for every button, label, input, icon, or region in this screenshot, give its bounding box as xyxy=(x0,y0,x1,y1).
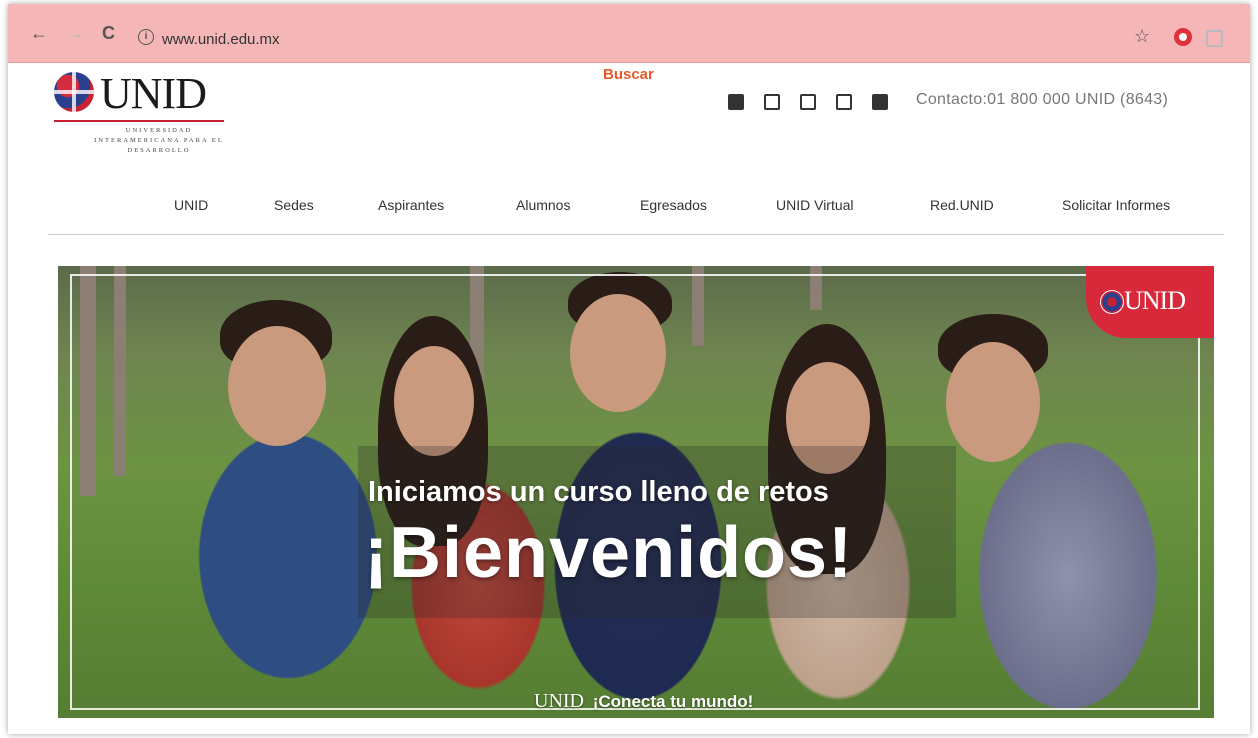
youtube-icon[interactable] xyxy=(800,94,816,110)
hero-heading: ¡Bienvenidos! xyxy=(364,513,854,593)
instagram-icon[interactable] xyxy=(836,94,852,110)
facebook-icon[interactable] xyxy=(728,94,744,110)
hero-banner[interactable]: UNID Iniciamos un curso lleno de retos ¡… xyxy=(58,266,1214,718)
extension-gray-icon[interactable] xyxy=(1206,30,1223,47)
menu-item-egresados[interactable]: Egresados xyxy=(640,197,707,213)
info-icon[interactable]: i xyxy=(138,29,154,45)
menu-item-red-unid[interactable]: Red.UNID xyxy=(930,197,994,213)
search-link[interactable]: Buscar xyxy=(603,66,654,83)
badge-text: UNID xyxy=(1124,286,1186,315)
logo-divider xyxy=(54,120,224,122)
browser-toolbar: ← → C i www.unid.edu.mx ☆ xyxy=(8,4,1250,63)
menu-item-unid-virtual[interactable]: UNID Virtual xyxy=(776,197,854,213)
logo-subtitle: UNIVERSIDAD INTERAMERICANA PARA EL DESAR… xyxy=(94,127,224,154)
unid-badge: UNID xyxy=(1086,266,1214,338)
browser-window: ← → C i www.unid.edu.mx ☆ UNID UNIVERSID… xyxy=(8,4,1250,734)
back-icon[interactable]: ← xyxy=(30,24,48,42)
slogan-text: ¡Conecta tu mundo! xyxy=(592,692,754,711)
menu-divider xyxy=(48,234,1224,235)
linkedin-icon[interactable] xyxy=(872,94,888,110)
extension-icon[interactable] xyxy=(1174,28,1192,46)
slogan-brand: UNID xyxy=(534,690,584,712)
menu-item-sedes[interactable]: Sedes xyxy=(274,197,314,213)
contact-info: Contacto:01 800 000 UNID (8643) xyxy=(916,91,1169,108)
globe-logo-icon xyxy=(1100,290,1124,314)
reload-icon[interactable]: C xyxy=(102,24,115,42)
hero-tagline: Iniciamos un curso lleno de retos xyxy=(368,476,829,508)
address-bar[interactable]: www.unid.edu.mx xyxy=(162,31,280,48)
menu-item-unid[interactable]: UNID xyxy=(174,197,208,213)
hero-slogan: UNID ¡Conecta tu mundo! xyxy=(534,690,753,713)
logo-text: UNID xyxy=(100,69,207,118)
twitter-icon[interactable] xyxy=(764,94,780,110)
menu-item-solicitar-informes[interactable]: Solicitar Informes xyxy=(1062,197,1170,213)
menu-item-alumnos[interactable]: Alumnos xyxy=(516,197,570,213)
bookmark-star-icon[interactable]: ☆ xyxy=(1134,26,1150,47)
forward-icon[interactable]: → xyxy=(66,24,84,42)
menu-item-aspirantes[interactable]: Aspirantes xyxy=(378,197,444,213)
globe-logo-icon xyxy=(54,72,94,112)
